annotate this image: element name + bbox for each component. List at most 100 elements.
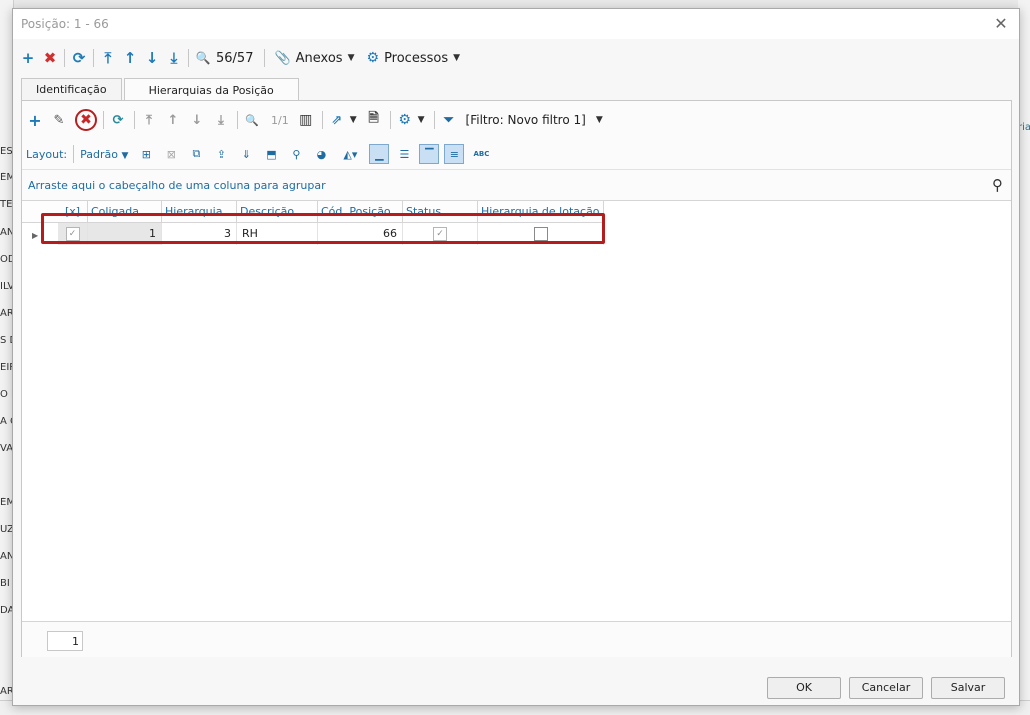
group-by-bar[interactable]: Arraste aqui o cabeçalho de uma coluna p… [22,169,1011,200]
add-icon[interactable]: + [17,47,39,69]
copy-icon[interactable]: ⧉ [186,144,206,164]
attachments-label: Anexos [295,50,343,66]
tab-identificacao[interactable]: Identificação [21,78,122,100]
column-header-status[interactable]: Status [403,201,478,222]
grid-footer: 1 [22,621,1011,657]
color-icon[interactable]: ◕ [311,144,331,164]
next-record-icon[interactable]: ↓ [141,47,163,69]
toolbar-separator [321,111,323,129]
filter-funnel-icon[interactable]: ⏷ [438,109,460,131]
download-icon[interactable]: ⇓ [236,144,256,164]
title-bar: Posição: 1 - 66 ✕ [13,9,1019,39]
caret-down-icon: ▼ [347,53,355,63]
caret-down-icon: ▼ [121,150,129,161]
cell-descricao[interactable]: RH [237,223,318,245]
filter-label[interactable]: [Filtro: Novo filtro 1] [466,113,586,127]
close-icon[interactable]: ✕ [991,14,1011,34]
edit-pencil-icon[interactable]: ✎ [48,109,70,131]
dialog-actions: OK Cancelar Salvar [767,677,1005,699]
previous-record-icon[interactable]: ↑ [162,109,184,131]
toolbar-separator [433,111,435,129]
layout-label: Layout: [26,147,68,161]
search-icon[interactable]: ⚲ [992,176,1003,194]
toolbar-separator [103,111,104,129]
window-title: Posição: 1 - 66 [21,17,109,31]
document-icon[interactable]: 🗎 [363,109,385,131]
last-record-icon[interactable]: ⤓ [210,109,232,131]
chart-icon[interactable]: ◭▾ [336,144,364,164]
export-icon[interactable]: ⇗ [326,109,348,131]
column-header-cod-posicao[interactable]: Cód. Posição [318,201,403,222]
collapse-all-icon[interactable]: ⊠ [161,144,181,164]
search-icon[interactable]: 🔍 [192,47,214,69]
previous-record-icon[interactable]: ↑ [119,47,141,69]
toolbar-separator [188,49,189,67]
layout-top-icon[interactable]: ▔ [419,144,440,164]
column-header-hierarquia-lotacao[interactable]: Hierarquia de lotação [478,201,604,222]
refresh-icon[interactable]: ⟳ [107,109,129,131]
toolbar-separator [264,49,266,67]
column-header-select[interactable]: [x] [58,201,88,222]
row-indicator [22,223,58,245]
toolbar-separator [134,111,135,129]
caret-down-icon[interactable]: ▼ [596,115,603,125]
cell-hierarquia[interactable]: 3 [162,223,237,245]
cell-coligada[interactable]: 1 [88,223,162,245]
toolbar-separator [73,145,75,163]
grid-toolbar: + ✎ ✖ ⟳ ⤒ ↑ ↓ ⤓ 🔍 1/1 ▥ ⇗ ▼ 🗎 ⚙ ▼ ⏷ [Fil… [24,109,603,131]
attachments-menu[interactable]: 📎 Anexos ▼ [274,51,354,66]
table-row[interactable]: ✓ 1 3 RH 66 ✓ [22,223,604,245]
delete-icon[interactable]: ✖ [39,47,61,69]
last-record-icon[interactable]: ⤓ [163,47,185,69]
layout-select[interactable]: Padrão ▼ [80,148,128,161]
column-header-hierarquia[interactable]: Hierarquia [162,201,237,222]
hierarquia-lotacao-checkbox[interactable] [533,227,548,241]
caret-down-icon[interactable]: ▼ [350,115,357,125]
refresh-icon[interactable]: ⟳ [68,47,90,69]
gear-icon: ⚙ [366,50,380,66]
add-icon[interactable]: + [24,109,46,131]
column-header-descricao[interactable]: Descrição [237,201,318,222]
upload-icon[interactable]: ⇪ [211,144,231,164]
toolbar-separator [64,49,65,67]
cancel-button[interactable]: Cancelar [849,677,923,699]
caret-down-icon[interactable]: ▼ [418,115,425,125]
processes-label: Processos [384,50,449,66]
paint-icon[interactable]: ⬒ [261,144,281,164]
layout-middle-icon[interactable]: ≡ [444,144,465,164]
first-record-icon[interactable]: ⤒ [138,109,160,131]
columns-icon[interactable]: ▥ [295,109,317,131]
row-select-checkbox[interactable]: ✓ [65,227,80,241]
layout-bottom-icon[interactable]: ▁ [369,144,390,164]
cell-hierarquia-lotacao[interactable] [478,223,604,245]
status-checkbox[interactable]: ✓ [433,227,447,241]
record-counter: 56/57 [216,50,254,66]
position-dialog: Posição: 1 - 66 ✕ + ✖ ⟳ ⤒ ↑ ↓ ⤓ 🔍 56/57 … [12,8,1020,706]
search-icon[interactable]: 🔍 [241,109,263,131]
abc-icon[interactable]: ABC [469,144,493,164]
grid-pager: 1/1 [271,113,289,127]
save-button[interactable]: Salvar [931,677,1005,699]
first-record-icon[interactable]: ⤒ [97,47,119,69]
group-hint: Arraste aqui o cabeçalho de uma coluna p… [28,179,326,192]
layout-value: Padrão [80,147,118,161]
toolbar-separator [389,111,391,129]
layout-split-icon[interactable]: ☰ [394,144,414,164]
cell-cod-posicao[interactable]: 66 [318,223,403,245]
ok-button[interactable]: OK [767,677,841,699]
next-record-icon[interactable]: ↓ [186,109,208,131]
expand-all-icon[interactable]: ⊞ [136,144,156,164]
row-indicator-header [22,201,58,222]
toolbar-separator [237,111,238,129]
record-count: 1 [47,631,83,651]
tab-strip: Identificação Hierarquias da Posição [21,78,299,101]
gear-icon[interactable]: ⚙ [394,109,416,131]
row-select-cell[interactable]: ✓ [58,223,88,245]
pin-icon[interactable]: ⚲ [286,144,306,164]
delete-row-button[interactable]: ✖ [75,109,97,131]
cell-status[interactable]: ✓ [403,223,478,245]
processes-menu[interactable]: ⚙ Processos ▼ [367,50,461,66]
paperclip-icon: 📎 [274,50,291,66]
column-header-coligada[interactable]: Coligada [88,201,162,222]
tab-hierarquias[interactable]: Hierarquias da Posição [123,78,299,101]
